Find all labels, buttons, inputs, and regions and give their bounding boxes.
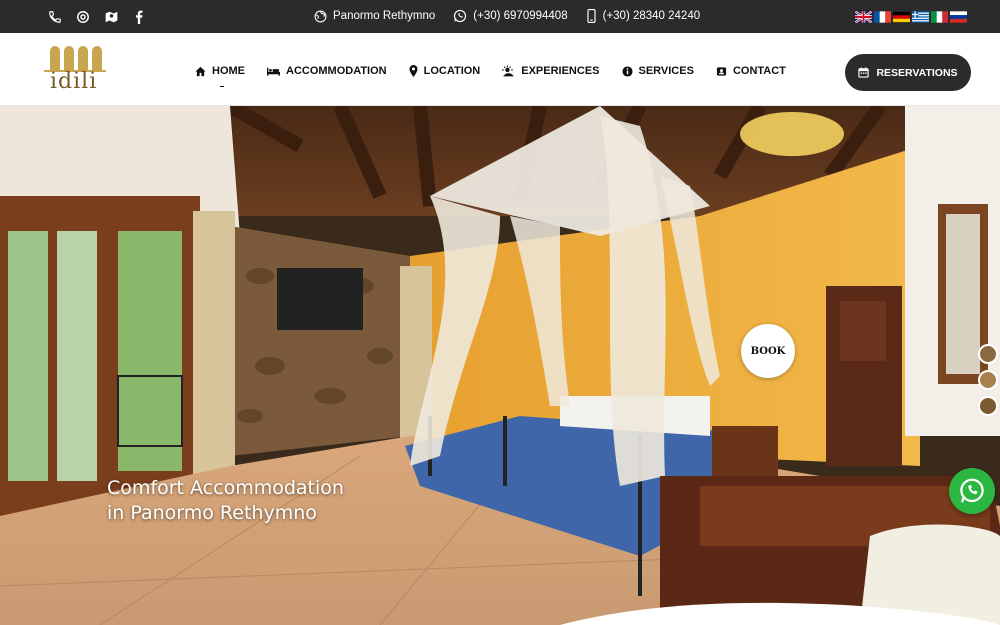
whatsapp-chat-button[interactable]	[949, 468, 995, 514]
phone-number[interactable]: (+30) 28340 24240	[603, 10, 701, 22]
flag-en-icon[interactable]	[855, 11, 872, 23]
logo[interactable]: idili	[42, 43, 106, 97]
nav-services[interactable]: SERVICES	[621, 65, 694, 77]
flag-ru-icon[interactable]	[950, 11, 967, 23]
main-nav: HOME ACCOMMODATION LOCATION EXPERIENCES …	[195, 65, 786, 77]
hero-room-image	[0, 106, 1000, 625]
top-contact-info: Panormo Rethymno (+30) 6970994408 (+30) …	[314, 9, 712, 23]
facebook-icon[interactable]	[131, 9, 147, 25]
hero-line-2: in Panormo Rethymno	[107, 502, 317, 524]
flag-de-icon[interactable]	[893, 11, 910, 23]
info-icon	[621, 65, 633, 77]
active-nav-indicator	[220, 86, 224, 87]
email-icon[interactable]	[75, 9, 91, 25]
flag-fr-icon[interactable]	[874, 11, 891, 23]
home-icon	[195, 66, 206, 76]
nav-location-label: LOCATION	[423, 65, 481, 77]
slide-thumbnail[interactable]	[978, 370, 998, 390]
nav-accommodation[interactable]: ACCOMMODATION	[267, 65, 387, 77]
book-button[interactable]: BOOK	[741, 324, 795, 378]
location-text: Panormo Rethymno	[333, 10, 436, 22]
nav-contact[interactable]: CONTACT	[716, 65, 786, 77]
nav-contact-label: CONTACT	[732, 65, 786, 77]
slide-thumbnail[interactable]	[978, 344, 998, 364]
hero-heading: Comfort Accommodation in Panormo Rethymn…	[107, 476, 344, 526]
whatsapp-number[interactable]: (+30) 6970994408	[473, 10, 567, 22]
reservations-button[interactable]: RESERVATIONS	[845, 54, 971, 91]
language-flags	[855, 11, 967, 23]
nav-home-label: HOME	[212, 65, 245, 77]
bed-icon	[267, 67, 280, 76]
contact-icon	[716, 66, 727, 76]
whatsapp-icon	[960, 478, 984, 503]
site-header: idili HOME ACCOMMODATION LOCATION EXPERI…	[0, 33, 1000, 106]
hero-line-1: Comfort Accommodation	[107, 477, 344, 499]
sun-icon	[502, 65, 515, 77]
top-bar: Panormo Rethymno (+30) 6970994408 (+30) …	[0, 0, 1000, 33]
reservations-label: RESERVATIONS	[876, 66, 958, 79]
calendar-icon	[858, 67, 870, 78]
phone-icon[interactable]	[47, 9, 63, 25]
nav-accommodation-label: ACCOMMODATION	[286, 65, 387, 77]
whatsapp-icon	[454, 9, 467, 23]
pin-icon	[409, 65, 418, 77]
globe-icon	[314, 10, 327, 22]
logo-text: idili	[50, 69, 98, 94]
nav-services-label: SERVICES	[638, 65, 694, 77]
slide-thumbnails	[978, 344, 998, 416]
flag-it-icon[interactable]	[931, 11, 948, 23]
nav-experiences[interactable]: EXPERIENCES	[502, 65, 600, 77]
nav-experiences-label: EXPERIENCES	[521, 65, 600, 77]
contact-icons	[47, 9, 147, 25]
hero-banner: Comfort Accommodation in Panormo Rethymn…	[0, 106, 1000, 625]
nav-location[interactable]: LOCATION	[409, 65, 481, 77]
map-icon[interactable]	[103, 9, 119, 25]
nav-home[interactable]: HOME	[195, 65, 245, 77]
mobile-icon	[587, 9, 596, 23]
slide-thumbnail[interactable]	[978, 396, 998, 416]
flag-gr-icon[interactable]	[912, 11, 929, 23]
